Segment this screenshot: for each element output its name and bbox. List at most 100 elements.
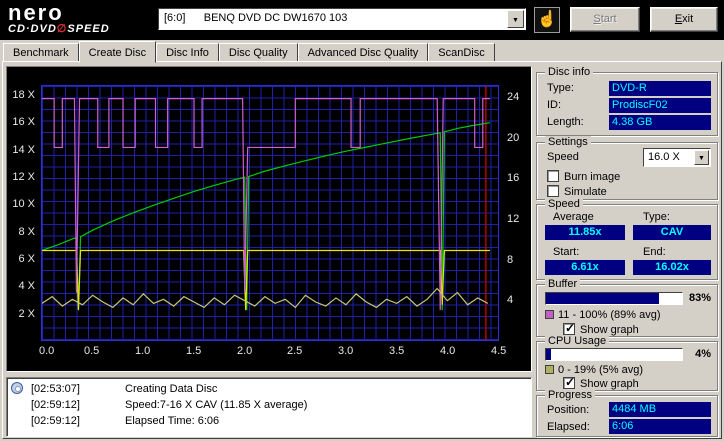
average-speed-value: 11.85x [545, 225, 625, 240]
disc-length-label: Length: [547, 116, 584, 128]
chart-series-svg [42, 86, 491, 340]
log-message: Speed:7-16 X CAV (11.85 X average) [125, 399, 308, 411]
wordmark-right: SPEED [67, 23, 110, 36]
disc-length-value: 4.38 GB [609, 115, 711, 130]
log-row: [02:59:12] Speed:7-16 X CAV (11.85 X ave… [11, 397, 529, 413]
top-toolbar: nero CD·DVD∅SPEED [6:0] BENQ DVD DC DW16… [0, 0, 724, 40]
disc-id-value: ProdiscF02 [609, 98, 711, 113]
cpu-group-title: CPU Usage [545, 335, 610, 347]
speed-type-value: CAV [633, 225, 711, 240]
axis-tick-label: 2.0 [237, 345, 253, 357]
buffer-progress-bar [545, 292, 683, 305]
cpu-color-swatch-icon [545, 365, 554, 374]
tab-label: ScanDisc [438, 47, 485, 59]
speed-symbol-icon: ∅ [56, 23, 68, 36]
series-buffer-level [42, 98, 490, 311]
type-label: Type: [643, 211, 670, 223]
write-speed-chart: 18 X 16 X 14 X 12 X 10 X 8 X 6 X 4 X 2 X 24 20 16 1… [6, 66, 532, 372]
axis-tick-label: 8 [507, 254, 514, 266]
axis-tick-label: 18 X [12, 89, 35, 101]
start-button[interactable]: Start [570, 7, 640, 32]
position-label: Position: [547, 404, 590, 416]
chevron-down-icon[interactable] [694, 150, 709, 165]
exit-button[interactable]: Exit [650, 7, 718, 32]
axis-tick-label: 1.5 [186, 345, 202, 357]
tab-label: Benchmark [13, 47, 69, 59]
cpu-progress-fill [546, 349, 552, 360]
tab-create-disc[interactable]: Create Disc [78, 41, 157, 63]
nero-logo: nero CD·DVD∅SPEED [8, 1, 110, 36]
cd-dvd-speed-wordmark: CD·DVD∅SPEED [8, 23, 110, 36]
axis-tick-label: 2.5 [287, 345, 303, 357]
buffer-legend-text: 11 - 100% (89% avg) [558, 309, 661, 321]
axis-tick-label: 12 [507, 213, 520, 225]
nero-brand-text: nero [8, 0, 64, 25]
simulate-label: Simulate [564, 186, 607, 198]
buffer-color-swatch-icon [545, 310, 554, 319]
cpu-legend: 0 - 19% (5% avg) [545, 364, 643, 376]
log-message: Elapsed Time: 6:06 [125, 415, 220, 427]
cpu-show-graph-checkbox[interactable] [563, 375, 575, 389]
axis-tick-label: 4.5 [491, 345, 507, 357]
log-icon-cell [11, 381, 31, 397]
progress-group: Progress Position: 4484 MB Elapsed: 6:06 [536, 389, 718, 437]
series-write-speed [42, 122, 491, 311]
settings-title: Settings [545, 136, 591, 148]
start-speed-label: Start: [553, 246, 580, 258]
buffer-group-title: Buffer [545, 278, 581, 290]
tab-advanced-disc-quality[interactable]: Advanced Disc Quality [297, 43, 429, 62]
chart-plot-area [41, 85, 499, 341]
axis-tick-label: 6 X [18, 253, 35, 265]
tab-disc-info[interactable]: Disc Info [156, 43, 219, 62]
log-row: [02:59:12] Elapsed Time: 6:06 [11, 413, 529, 429]
drive-select-value: [6:0] BENQ DVD DC DW1670 103 [164, 12, 348, 24]
log-message: Creating Data Disc [125, 383, 218, 395]
pointer-tool-button[interactable] [534, 7, 560, 33]
log-row: [02:53:07] Creating Data Disc [11, 381, 529, 397]
end-speed-value: 16.02x [633, 260, 711, 275]
tab-bar: Benchmark Create Disc Disc Info Disc Qualit… [0, 40, 724, 63]
axis-tick-label: 4 [507, 294, 514, 306]
simulate-option[interactable]: Simulate [547, 185, 607, 198]
axis-tick-label: 16 [507, 172, 520, 184]
axis-tick-label: 0.5 [84, 345, 100, 357]
burn-image-checkbox[interactable] [547, 170, 559, 182]
tab-benchmark[interactable]: Benchmark [3, 43, 79, 62]
progress-group-title: Progress [545, 389, 596, 401]
y-axis-right-labels: 24 20 16 12 8 4 [503, 85, 531, 341]
log-timestamp: [02:59:12] [31, 415, 80, 427]
settings-group: Settings Speed 16.0 X Burn image Simulat… [536, 136, 718, 200]
series-cpu-usage [42, 287, 489, 309]
axis-tick-label: 14 X [12, 144, 35, 156]
burn-image-label: Burn image [564, 171, 621, 183]
chevron-down-icon[interactable] [507, 10, 524, 28]
axis-tick-label: 24 [507, 91, 520, 103]
cpu-progress-bar [545, 348, 683, 361]
start-speed-value: 6.61x [545, 260, 625, 275]
axis-tick-label: 4.0 [440, 345, 456, 357]
axis-tick-label: 3.5 [389, 345, 405, 357]
axis-tick-label: 12 X [12, 171, 35, 183]
end-speed-label: End: [643, 246, 666, 258]
axis-tick-label: 3.0 [338, 345, 354, 357]
cpu-usage-group: CPU Usage 4% 0 - 19% (5% avg) Show graph [536, 335, 718, 391]
speed-select-dropdown[interactable]: 16.0 X [643, 148, 711, 167]
axis-tick-label: 16 X [12, 116, 35, 128]
axis-tick-label: 4 X [18, 280, 35, 292]
elapsed-value: 6:06 [609, 419, 711, 434]
axis-tick-label: 10 X [12, 198, 35, 210]
x-axis-labels: 0.0 0.5 1.0 1.5 2.0 2.5 3.0 3.5 4.0 4.5 [39, 345, 511, 359]
axis-tick-label: 1.0 [135, 345, 151, 357]
burn-image-option[interactable]: Burn image [547, 170, 620, 183]
simulate-checkbox[interactable] [547, 185, 559, 197]
tab-scandisc[interactable]: ScanDisc [428, 43, 495, 62]
disc-info-title: Disc info [545, 66, 594, 78]
hand-pointer-icon [537, 15, 557, 27]
tab-disc-quality[interactable]: Disc Quality [218, 43, 298, 62]
buffer-group: Buffer 83% 11 - 100% (89% avg) Show grap… [536, 278, 718, 337]
buffer-show-graph-checkbox[interactable] [563, 321, 575, 335]
axis-tick-label: 0.0 [39, 345, 55, 357]
buffer-progress-fill [546, 293, 659, 304]
speed-group-title: Speed [545, 198, 583, 210]
drive-select-dropdown[interactable]: [6:0] BENQ DVD DC DW1670 103 [158, 8, 526, 30]
